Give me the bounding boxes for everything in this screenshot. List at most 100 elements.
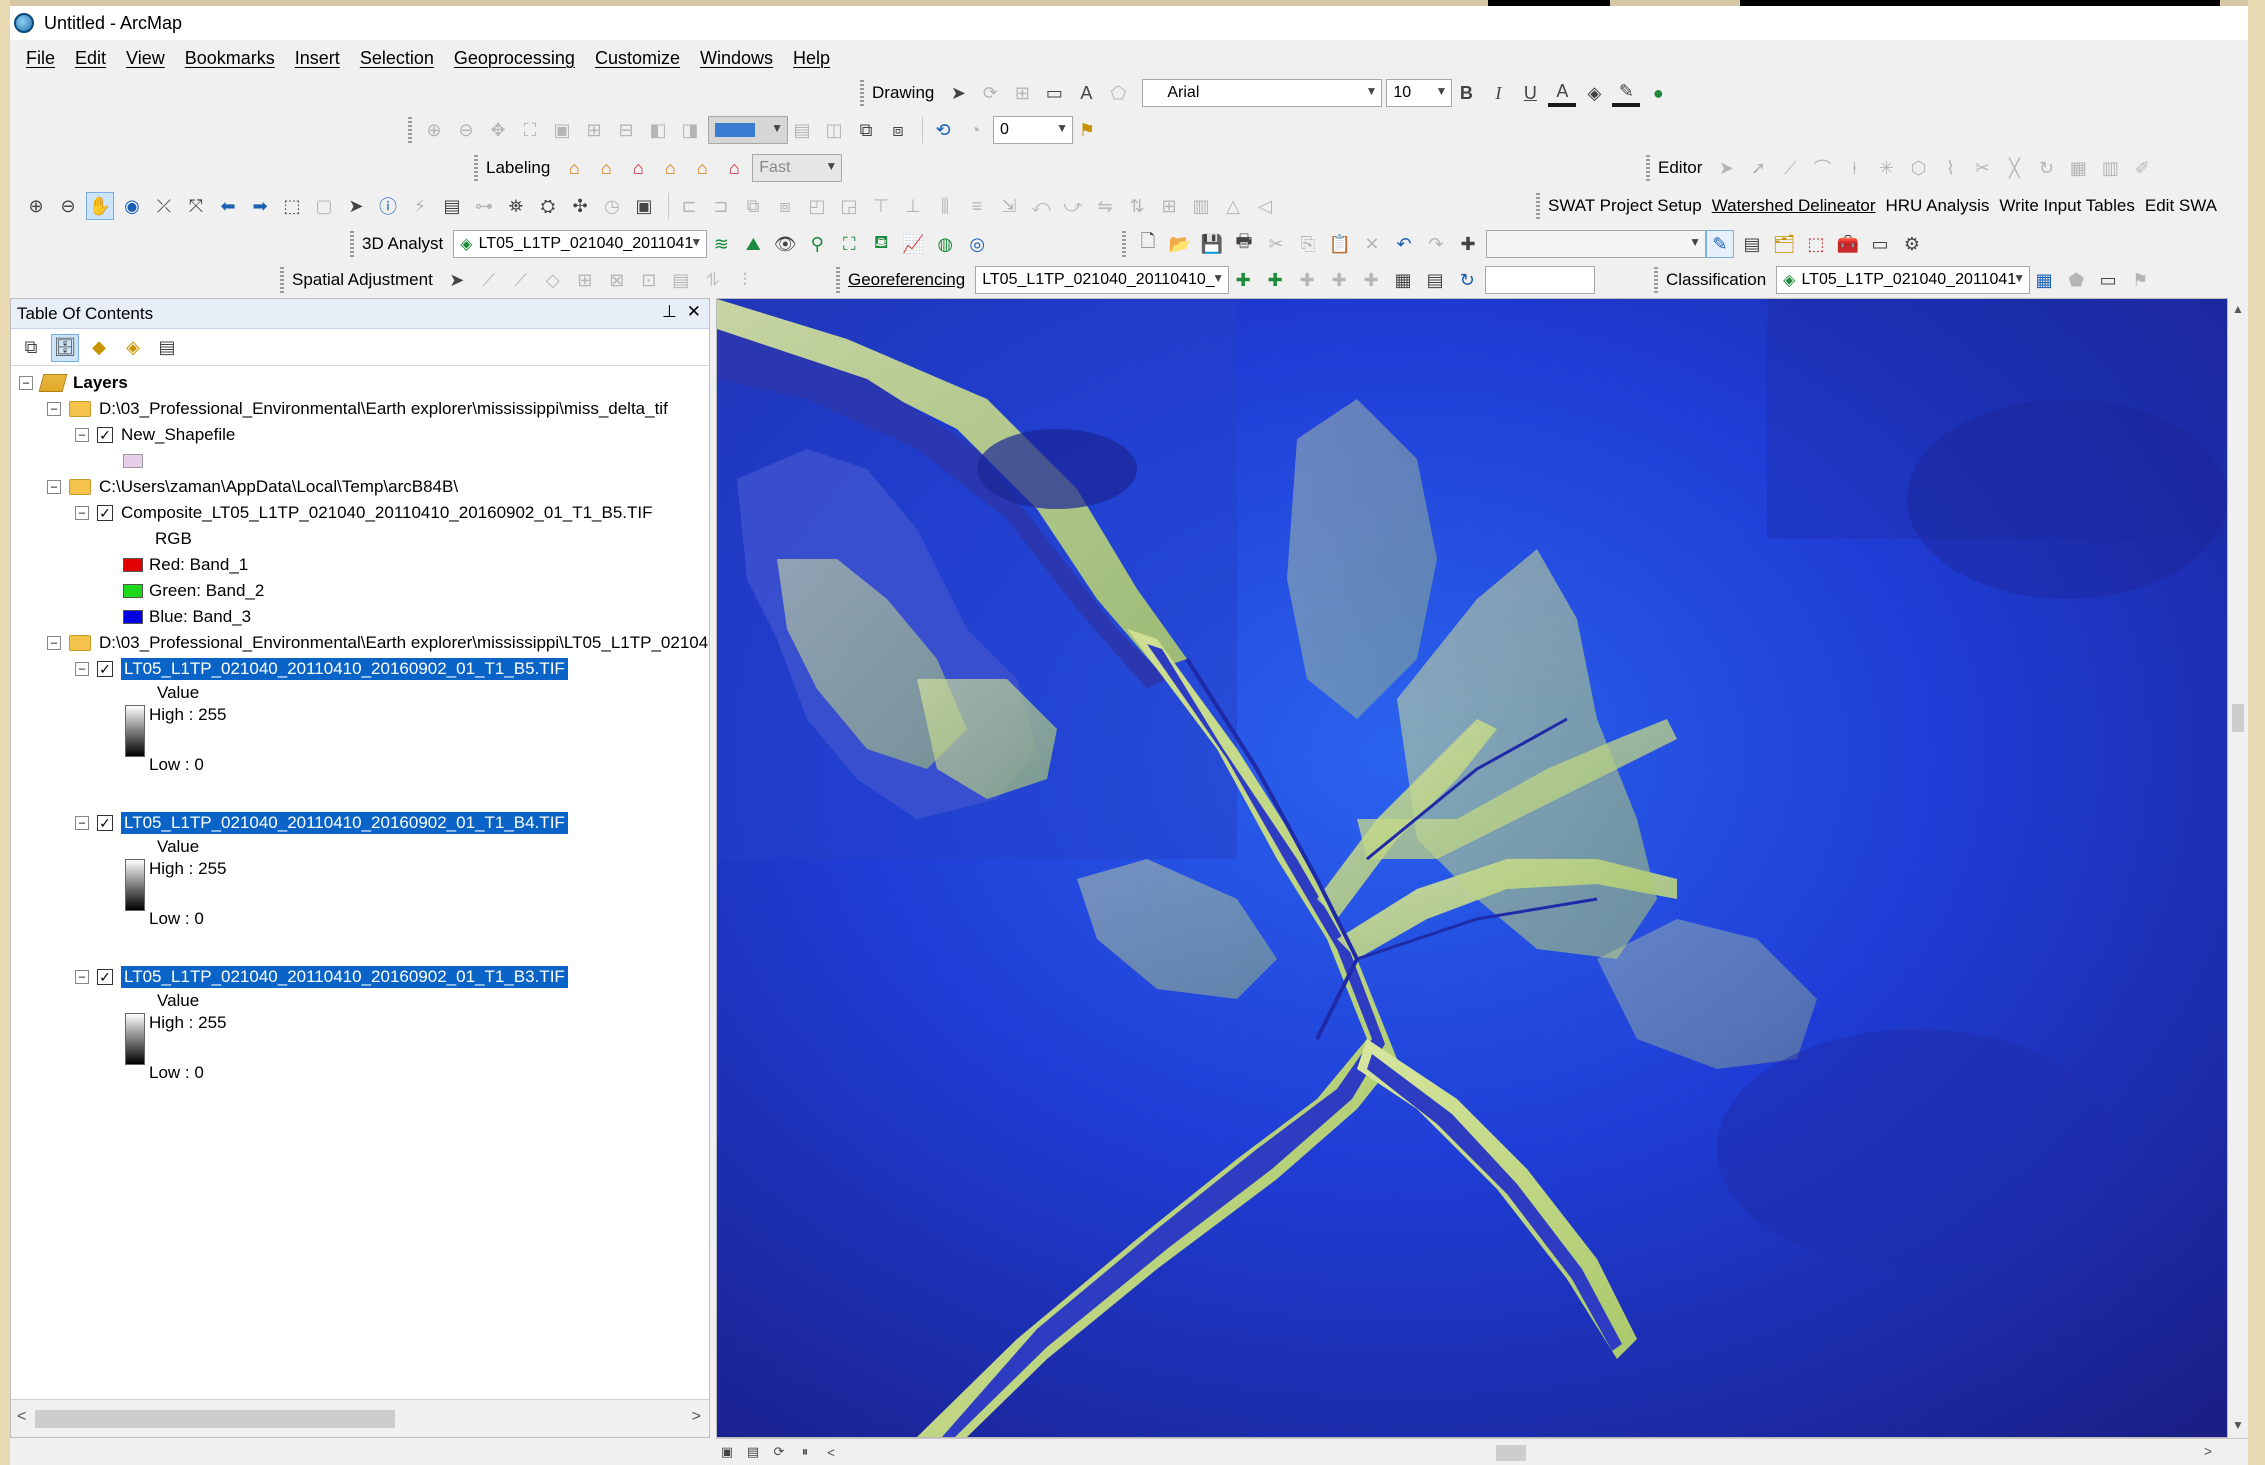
flag-icon[interactable]: ⚑ (1073, 116, 1101, 144)
scroll-left-icon[interactable]: < (820, 1441, 842, 1463)
new-identity-link-icon[interactable]: ⊞ (571, 266, 599, 294)
map-display[interactable] (716, 298, 2228, 1438)
edit-annotation-icon[interactable]: ➚ (1744, 154, 1772, 182)
delete-icon[interactable]: ✕ (1358, 230, 1386, 258)
ungroup-icon[interactable]: ⧈ (771, 192, 799, 220)
scale-georef-icon[interactable]: ✚ (1357, 266, 1385, 294)
scroll-left-icon[interactable]: < (17, 1408, 26, 1426)
scroll-up-icon[interactable]: ▲ (2232, 302, 2244, 316)
identify-icon[interactable]: ⓘ (374, 192, 402, 220)
edit-tool-icon[interactable]: ➤ (1712, 154, 1740, 182)
attributes-icon[interactable]: ▦ (2064, 154, 2092, 182)
rectangle-icon[interactable]: ▭ (1040, 79, 1068, 107)
split-icon[interactable]: ✂ (1968, 154, 1996, 182)
band-green[interactable]: Green: Band_2 (123, 579, 264, 603)
flip-h-icon[interactable]: ⇋ (1091, 192, 1119, 220)
view-link-table-icon[interactable]: ▤ (667, 266, 695, 294)
add-data-icon[interactable]: ✚ (1454, 230, 1482, 258)
toc-horizontal-scrollbar[interactable]: < > (11, 1399, 709, 1437)
shapefile-symbol[interactable] (123, 449, 149, 473)
menu-geoprocessing[interactable]: Geoprocessing (454, 48, 575, 69)
create-features-icon[interactable]: ✐ (2128, 154, 2156, 182)
layout-view-icon[interactable]: ▣ (716, 1441, 738, 1463)
drawing-dropdown[interactable]: Drawing (872, 83, 934, 103)
list-by-source-icon[interactable]: 🗄 (51, 333, 79, 362)
scroll-right-icon[interactable]: > (2204, 1443, 2212, 1459)
zoom-whole-icon[interactable]: ⛶ (516, 116, 544, 144)
hru-analysis-menu[interactable]: HRU Analysis (1886, 196, 1990, 216)
classification-layer-select[interactable]: ◈ LT05_L1TP_021040_2011041 ▼ (1776, 266, 2031, 294)
menu-bookmarks[interactable]: Bookmarks (185, 48, 275, 69)
grayscale-ramp[interactable] (125, 1013, 145, 1065)
new-document-icon[interactable]: 🗋 (1134, 230, 1162, 258)
scroll-right-icon[interactable]: > (692, 1408, 701, 1426)
layer-b5[interactable]: − ✓ LT05_L1TP_021040_20110410_20160902_01… (75, 657, 568, 681)
italic-button[interactable]: I (1484, 79, 1512, 107)
list-by-visibility-icon[interactable]: ◆ (85, 334, 113, 362)
red-swatch[interactable] (123, 558, 143, 572)
zoom-out-icon[interactable]: ⊖ (54, 192, 82, 220)
copy-icon[interactable]: ⎘ (1294, 230, 1322, 258)
satellite-image[interactable] (717, 299, 2227, 1437)
scale-input[interactable]: 0 ▼ (993, 116, 1073, 144)
label-manager-icon[interactable]: ⌂ (560, 154, 588, 182)
nudge-icon[interactable]: ⇲ (995, 192, 1023, 220)
bold-button[interactable]: B (1452, 79, 1480, 107)
zoom-in-layout-icon[interactable]: ⊕ (420, 116, 448, 144)
change-layout-icon[interactable]: ⧉ (852, 116, 880, 144)
edit-vertices-icon[interactable]: ⬠ (1104, 79, 1132, 107)
menu-file[interactable]: File (26, 48, 55, 69)
rotate-icon[interactable]: ⟳ (976, 79, 1004, 107)
layer-b3[interactable]: − ✓ LT05_L1TP_021040_20110410_20160902_01… (75, 965, 568, 989)
viewer-rotate-icon[interactable]: ↻ (1453, 266, 1481, 294)
pause-view-icon[interactable]: ⏸ (794, 1441, 816, 1463)
find-route-icon[interactable]: ⛭ (534, 192, 562, 220)
back-extent-icon[interactable]: ◧ (644, 116, 672, 144)
fixed-zoom-out-map-icon[interactable]: ⤧ (182, 192, 210, 220)
clear-selection-icon[interactable]: ▢ (310, 192, 338, 220)
go-to-xy-icon[interactable]: ✣ (566, 192, 594, 220)
select-features-icon[interactable]: ⬚ (278, 192, 306, 220)
grid-icon[interactable]: ⊞ (1155, 192, 1183, 220)
menu-customize[interactable]: Customize (595, 48, 680, 69)
training-sample-manager-icon[interactable]: ▦ (2030, 266, 2058, 294)
new-displacement-link-icon[interactable]: ⟋ (475, 266, 503, 294)
redo-icon[interactable]: ↷ (1422, 230, 1450, 258)
grayscale-ramp[interactable] (125, 705, 145, 757)
menu-view[interactable]: View (126, 48, 165, 69)
zoom-100-icon[interactable]: ▣ (548, 116, 576, 144)
georef-layer-select[interactable]: LT05_L1TP_021040_20110410_ ▼ (975, 266, 1230, 294)
view-link-table-georef-icon[interactable]: ▦ (1389, 266, 1417, 294)
search-window-icon[interactable]: ⬚ (1802, 230, 1830, 258)
rotate-left-icon[interactable]: ⤺ (1027, 192, 1055, 220)
table-of-contents-icon[interactable]: ▤ (1738, 230, 1766, 258)
menu-help[interactable]: Help (793, 48, 830, 69)
new-limited-area-icon[interactable]: ⊠ (603, 266, 631, 294)
profile-graph-icon[interactable]: 📈 (899, 230, 927, 258)
band-red[interactable]: Red: Band_1 (123, 553, 248, 577)
add-control-points-icon[interactable]: ✚ (1229, 266, 1257, 294)
find-binoculars-icon[interactable]: ⛯ (502, 192, 530, 220)
interpolate-polygon-icon[interactable]: ⛾ (867, 230, 895, 258)
align-bottom-icon[interactable]: ⊥ (899, 192, 927, 220)
menu-selection[interactable]: Selection (360, 48, 434, 69)
arctoolbox-icon[interactable]: 🧰 (1834, 230, 1862, 258)
font-name-select[interactable]: Arial ▼ (1142, 79, 1383, 107)
pause-drawing-icon[interactable]: ◔ (961, 116, 989, 144)
send-back-icon[interactable]: ◲ (835, 192, 863, 220)
create-viewer-icon[interactable]: ▣ (630, 192, 658, 220)
toggle-draft-icon[interactable]: ▤ (788, 116, 816, 144)
full-extent-globe-icon[interactable]: ◉ (118, 192, 146, 220)
steepest-path-icon[interactable]: ⛰ (739, 230, 767, 258)
polygon-symbol-swatch[interactable] (123, 454, 143, 468)
group-icon[interactable]: ⧉ (739, 192, 767, 220)
marker-color-icon[interactable]: ● (1644, 79, 1672, 107)
green-swatch[interactable] (123, 584, 143, 598)
align-center-icon[interactable]: ⊐ (707, 192, 735, 220)
select-elements-sa-icon[interactable]: ➤ (443, 266, 471, 294)
sketch-properties-icon[interactable]: ▥ (2096, 154, 2124, 182)
trace-icon[interactable]: ⟊ (1840, 154, 1868, 182)
shift-icon[interactable]: ✚ (1325, 266, 1353, 294)
band-blue[interactable]: Blue: Band_3 (123, 605, 251, 629)
pause-labeling-icon[interactable]: ⌂ (624, 154, 652, 182)
